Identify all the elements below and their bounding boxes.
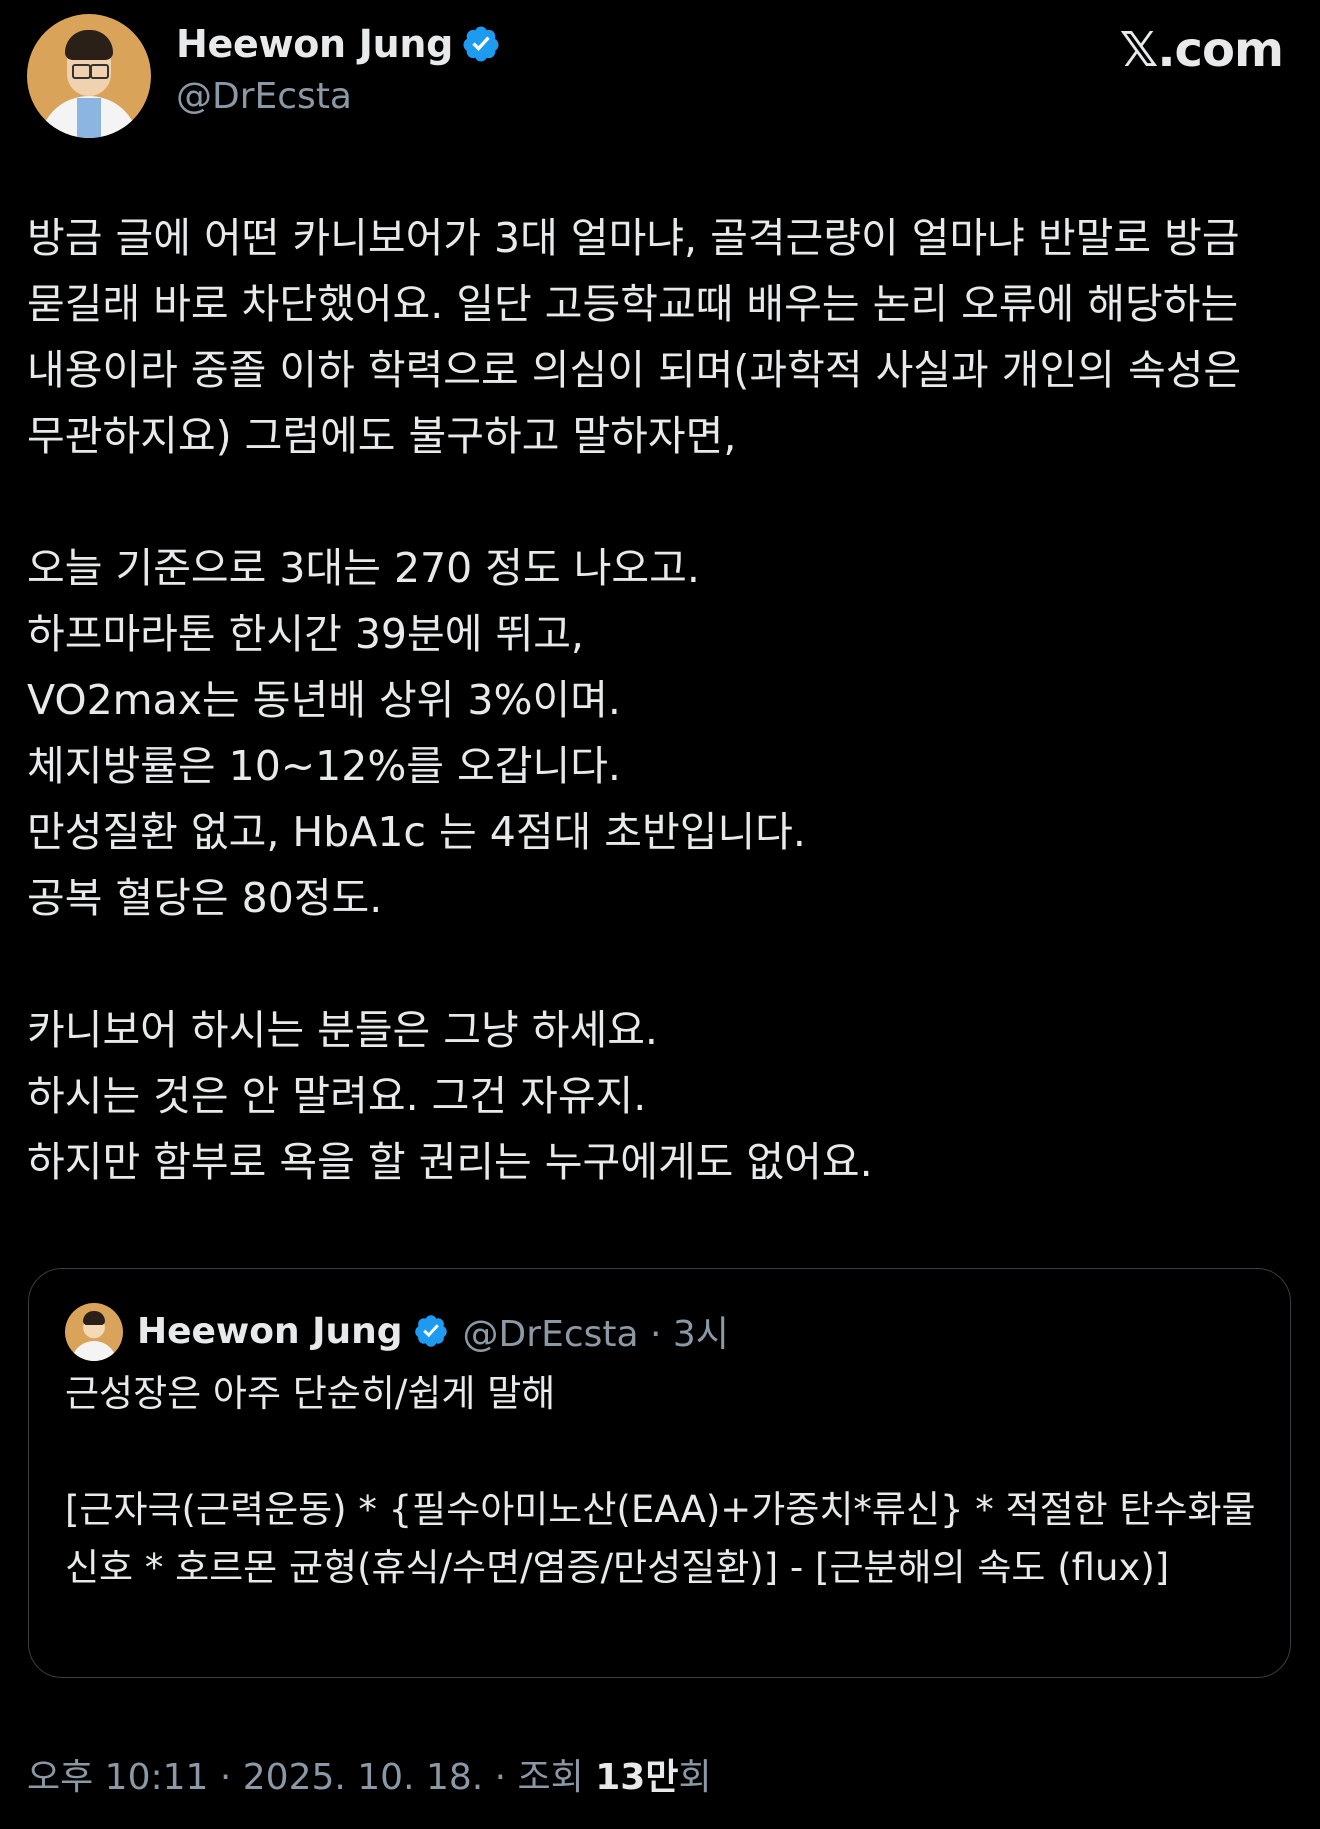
quoted-author-avatar[interactable] — [65, 1303, 123, 1361]
quoted-tweet-text: 근성장은 아주 단순히/쉽게 말해 [근자극(근력운동) * {필수아미노산(E… — [65, 1372, 1256, 1589]
view-suffix: 회 — [678, 1757, 712, 1798]
author-handle[interactable]: @DrEcsta — [176, 76, 352, 117]
view-count: 13만 — [595, 1757, 679, 1798]
verified-badge-icon[interactable] — [461, 24, 501, 64]
author-avatar[interactable] — [27, 14, 151, 138]
quoted-handle-time: @DrEcsta · 3시 — [462, 1314, 729, 1355]
author-name-row: Heewon Jung — [176, 22, 501, 66]
x-logo[interactable]: 𝕏.com — [1120, 22, 1284, 78]
verified-badge-icon — [414, 1315, 447, 1347]
tweet-header: Heewon Jung @DrEcsta 𝕏.com — [27, 14, 1293, 138]
tweet-footer: 오후 10:11 · 2025. 10. 18. · 조회 13만회 — [27, 1748, 712, 1800]
quoted-author-name[interactable]: Heewon Jung — [137, 1311, 403, 1352]
tweet-text: 방금 글에 어떤 카니보어가 3대 얼마냐, 골격근량이 얼마냐 반말로 방금 … — [27, 214, 1242, 1186]
quoted-tweet-header: Heewon Jung @DrEcsta · 3시 — [137, 1305, 729, 1357]
timestamp[interactable]: 오후 10:11 · 2025. 10. 18. · 조회 — [27, 1757, 595, 1798]
author-name[interactable]: Heewon Jung — [176, 22, 453, 66]
quoted-tweet-card[interactable]: Heewon Jung @DrEcsta · 3시 근성장은 아주 단순히/쉽게… — [28, 1268, 1291, 1678]
